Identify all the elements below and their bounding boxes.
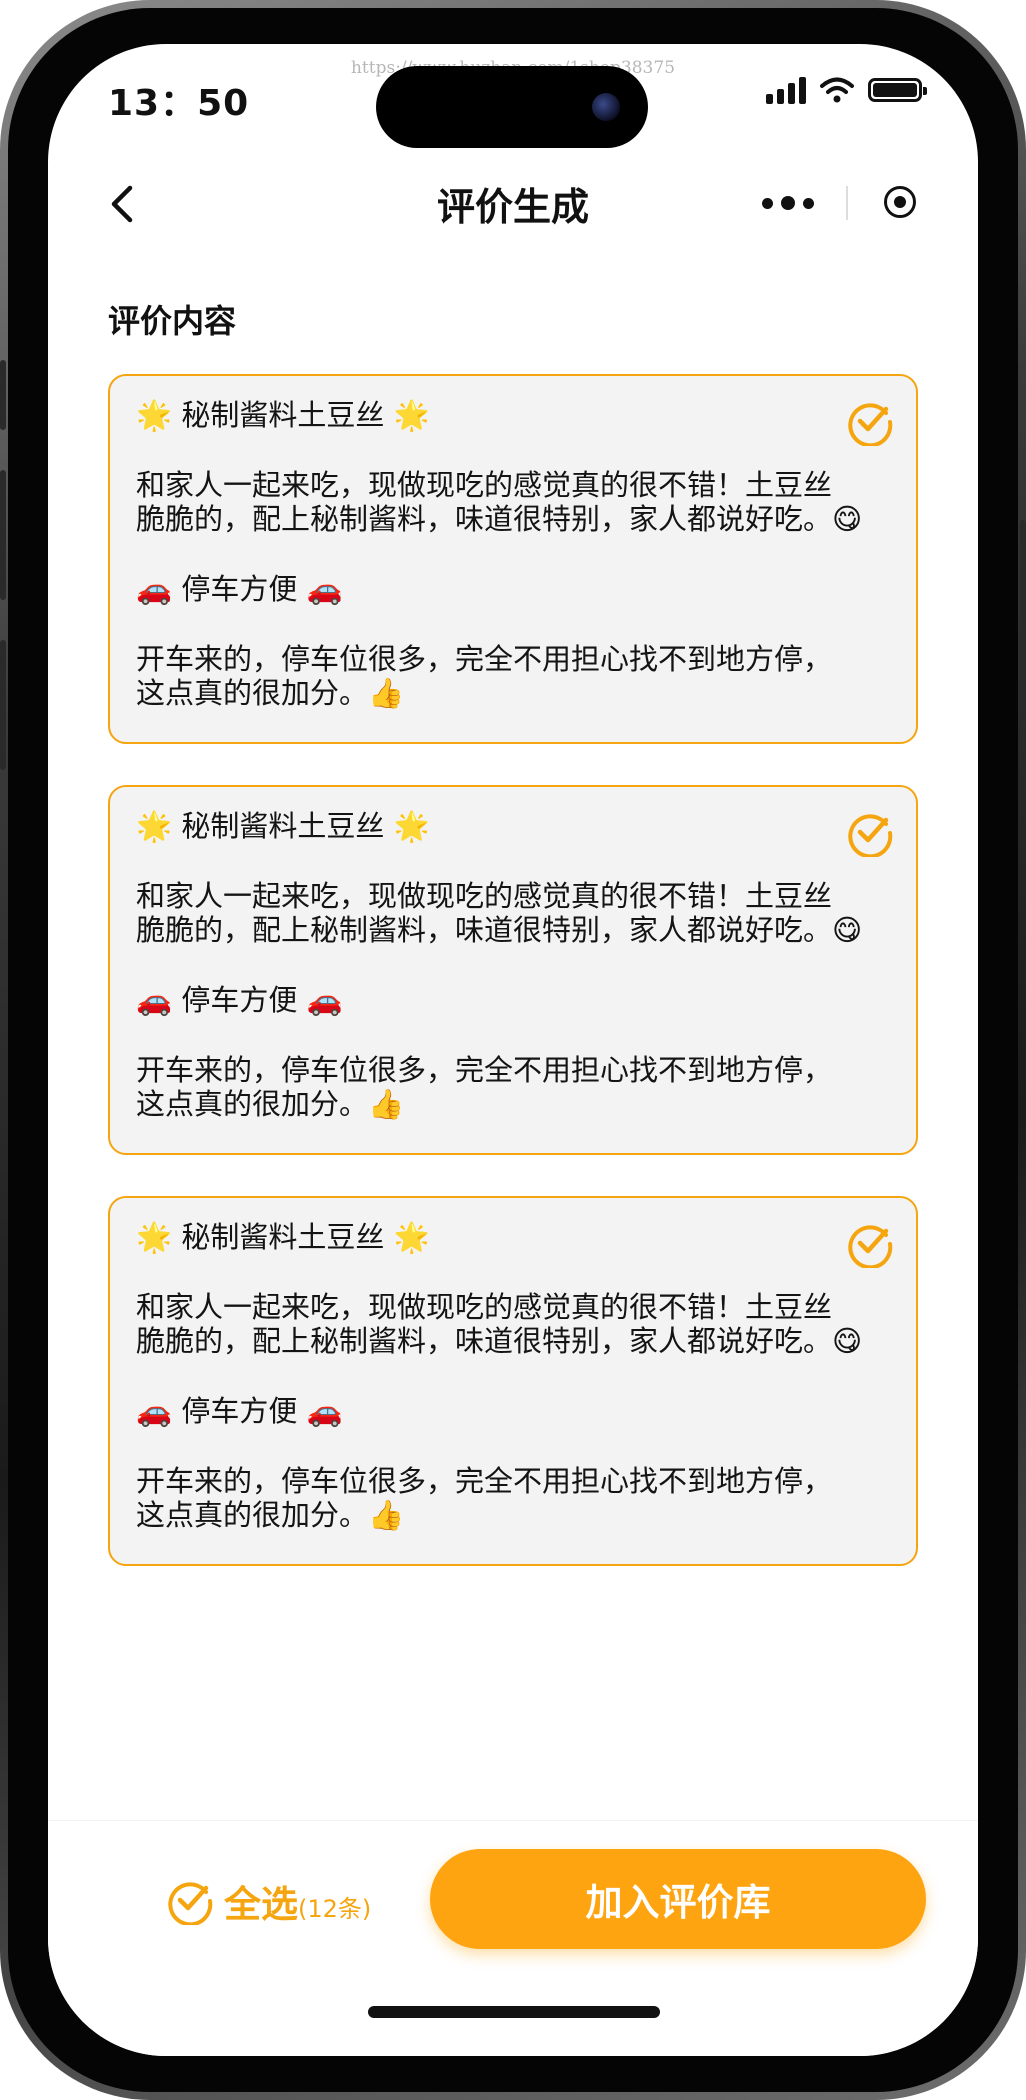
review-text-line: 脆脆的，配上秘制酱料，味道很特别，家人都说好吃。😋 — [136, 913, 863, 947]
review-parking-line: 🚗 停车方便 🚗 — [136, 572, 343, 606]
review-text-line: 脆脆的，配上秘制酱料，味道很特别，家人都说好吃。😋 — [136, 1324, 863, 1358]
side-button-right — [1020, 520, 1026, 720]
more-dots-icon[interactable] — [762, 196, 814, 210]
select-all-count: (12条) — [298, 1894, 372, 1923]
review-text-line: 这点真的很加分。👍 — [136, 676, 405, 710]
select-all-toggle[interactable]: 全选 (12条) — [166, 1874, 371, 1928]
review-dish-line: 🌟 秘制酱料土豆丝 🌟 — [136, 398, 430, 432]
wifi-icon — [820, 77, 854, 103]
review-card[interactable]: 🌟 秘制酱料土豆丝 🌟 和家人一起来吃，现做现吃的感觉真的很不错！土豆丝 脆脆的… — [108, 1196, 918, 1566]
add-to-library-button[interactable]: 加入评价库 — [430, 1849, 926, 1949]
section-title: 评价内容 — [108, 302, 237, 340]
review-text-line: 开车来的，停车位很多，完全不用担心找不到地方停， — [136, 642, 833, 676]
screen: https://www.huzhan.com/1shop38375 13：50 … — [48, 44, 978, 2056]
mini-program-capsule — [748, 178, 928, 230]
review-text-line: 和家人一起来吃，现做现吃的感觉真的很不错！土豆丝 — [136, 1290, 833, 1324]
review-parking-line: 🚗 停车方便 🚗 — [136, 1394, 343, 1428]
review-text-line: 和家人一起来吃，现做现吃的感觉真的很不错！土豆丝 — [136, 879, 833, 913]
review-text-line: 和家人一起来吃，现做现吃的感觉真的很不错！土豆丝 — [136, 468, 833, 502]
record-icon[interactable] — [884, 186, 916, 218]
capsule-divider — [846, 186, 848, 220]
status-icons — [766, 76, 927, 104]
side-button-left — [0, 470, 6, 600]
review-card[interactable]: 🌟 秘制酱料土豆丝 🌟 和家人一起来吃，现做现吃的感觉真的很不错！土豆丝 脆脆的… — [108, 374, 918, 744]
nav-bar: 评价生成 — [48, 164, 978, 244]
check-circle-icon[interactable] — [846, 1220, 894, 1268]
review-text-line: 开车来的，停车位很多，完全不用担心找不到地方停， — [136, 1053, 833, 1087]
status-time: 13：50 — [108, 83, 250, 124]
phone-frame: https://www.huzhan.com/1shop38375 13：50 … — [0, 0, 1026, 2100]
battery-icon — [868, 78, 927, 102]
review-text-line: 这点真的很加分。👍 — [136, 1087, 405, 1121]
camera-icon — [592, 93, 620, 121]
side-button-left — [0, 640, 6, 770]
review-list: 🌟 秘制酱料土豆丝 🌟 和家人一起来吃，现做现吃的感觉真的很不错！土豆丝 脆脆的… — [108, 374, 918, 1607]
dynamic-island — [376, 66, 648, 148]
review-text-line: 这点真的很加分。👍 — [136, 1498, 405, 1532]
review-text-line: 开车来的，停车位很多，完全不用担心找不到地方停， — [136, 1464, 833, 1498]
review-dish-line: 🌟 秘制酱料土豆丝 🌟 — [136, 809, 430, 843]
side-button-left — [0, 360, 6, 430]
review-text-line: 脆脆的，配上秘制酱料，味道很特别，家人都说好吃。😋 — [136, 502, 863, 536]
review-parking-line: 🚗 停车方便 🚗 — [136, 983, 343, 1017]
check-circle-icon[interactable] — [846, 809, 894, 857]
signal-icon — [766, 76, 806, 104]
review-dish-line: 🌟 秘制酱料土豆丝 🌟 — [136, 1220, 430, 1254]
home-indicator[interactable] — [368, 2006, 660, 2018]
check-circle-icon[interactable] — [846, 398, 894, 446]
check-circle-icon[interactable] — [166, 1877, 214, 1925]
review-card[interactable]: 🌟 秘制酱料土豆丝 🌟 和家人一起来吃，现做现吃的感觉真的很不错！土豆丝 脆脆的… — [108, 785, 918, 1155]
select-all-label[interactable]: 全选 — [224, 1874, 298, 1928]
